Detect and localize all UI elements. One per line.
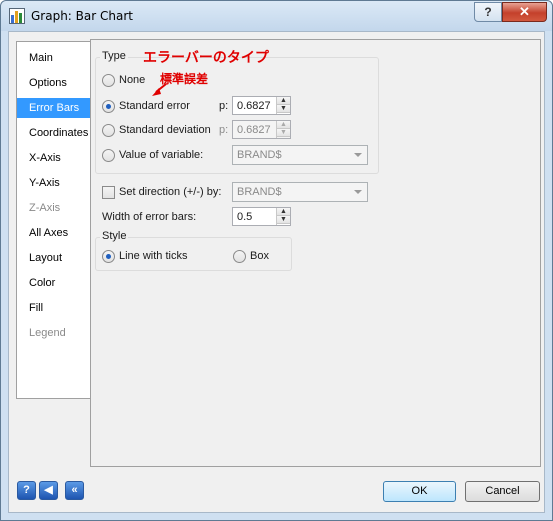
type-annotation: エラーバーのタイプ [143, 50, 269, 66]
sidebar-item-options[interactable]: Options [21, 73, 89, 93]
stepper-arrows-disabled: ▲ ▼ [276, 121, 290, 138]
p-label-disabled: p: [219, 124, 229, 136]
p-standard-error-stepper[interactable]: 0.6827 ▲ ▼ [232, 96, 291, 115]
label-line-with-ticks: Line with ticks [119, 250, 188, 262]
direction-checkbox[interactable] [102, 186, 115, 199]
width-stepper-arrows[interactable]: ▲ ▼ [276, 208, 290, 225]
spin-up-icon: ▲ [277, 121, 290, 129]
variable-select: BRAND$ [232, 145, 368, 165]
sidebar-item-color[interactable]: Color [21, 273, 89, 293]
window-title: Graph: Bar Chart [31, 9, 133, 23]
spin-down-icon[interactable]: ▼ [277, 105, 290, 113]
spin-up-icon[interactable]: ▲ [277, 208, 290, 216]
radio-box[interactable] [233, 250, 246, 263]
radio-standard-error[interactable] [102, 100, 115, 113]
direction-select: BRAND$ [232, 182, 368, 202]
label-box: Box [250, 250, 269, 262]
chevron-down-icon [354, 153, 362, 157]
first-button[interactable]: « [65, 481, 84, 500]
sidebar-item-y-axis[interactable]: Y-Axis [21, 173, 89, 193]
radio-standard-deviation[interactable] [102, 124, 115, 137]
type-group-title: Type [100, 50, 128, 62]
dialog-window: Graph: Bar Chart ? ✕ Main Options Error … [0, 0, 553, 521]
error-bars-panel: Type エラーバーのタイプ 標準誤差 None Standard error … [90, 39, 541, 467]
spin-down-icon: ▼ [277, 129, 290, 137]
sidebar-item-coordinates[interactable]: Coordinates [21, 123, 89, 143]
direction-label: Set direction (+/-) by: [119, 186, 222, 198]
close-button[interactable]: ✕ [502, 2, 547, 22]
variable-select-value: BRAND$ [237, 149, 282, 161]
sidebar: Main Options Error Bars Coordinates X-Ax… [16, 41, 93, 399]
direction-select-value: BRAND$ [237, 186, 282, 198]
label-standard-error: Standard error [119, 100, 190, 112]
sidebar-item-x-axis[interactable]: X-Axis [21, 148, 89, 168]
p-standard-error-value: 0.6827 [237, 100, 271, 112]
title-bar[interactable]: Graph: Bar Chart ? ✕ [1, 1, 552, 31]
label-none: None [119, 74, 146, 86]
p-label: p: [219, 100, 229, 112]
radio-line-with-ticks[interactable] [102, 250, 115, 263]
label-standard-deviation: Standard deviation [119, 124, 211, 136]
spin-up-icon[interactable]: ▲ [277, 97, 290, 105]
title-help-button[interactable]: ? [474, 2, 502, 22]
sidebar-item-main[interactable]: Main [21, 48, 89, 68]
sidebar-item-all-axes[interactable]: All Axes [21, 223, 89, 243]
sidebar-item-legend: Legend [29, 327, 66, 339]
cancel-button[interactable]: Cancel [465, 481, 540, 502]
stepper-arrows[interactable]: ▲ ▼ [276, 97, 290, 114]
p-standard-deviation-value: 0.6827 [237, 124, 271, 136]
label-value-of-variable: Value of variable: [119, 149, 204, 161]
width-value: 0.5 [237, 211, 253, 223]
p-standard-deviation-stepper: 0.6827 ▲ ▼ [232, 120, 291, 139]
dialog-client: Main Options Error Bars Coordinates X-Ax… [8, 31, 545, 513]
width-stepper[interactable]: 0.5 ▲ ▼ [232, 207, 291, 226]
sidebar-item-fill[interactable]: Fill [21, 298, 89, 318]
sidebar-item-error-bars[interactable]: Error Bars [17, 98, 93, 118]
ok-button[interactable]: OK [383, 481, 456, 502]
style-group-title: Style [100, 230, 129, 242]
help-button[interactable]: ? [17, 481, 36, 500]
width-label: Width of error bars: [102, 211, 197, 223]
sidebar-item-layout[interactable]: Layout [21, 248, 89, 268]
bar-chart-icon [9, 8, 25, 24]
back-button[interactable]: ◀ [39, 481, 58, 500]
sidebar-item-z-axis: Z-Axis [29, 202, 61, 214]
radio-value-of-variable[interactable] [102, 149, 115, 162]
chevron-down-icon [354, 190, 362, 194]
radio-none[interactable] [102, 74, 115, 87]
spin-down-icon[interactable]: ▼ [277, 216, 290, 224]
annotation-arrow-icon [152, 83, 167, 96]
